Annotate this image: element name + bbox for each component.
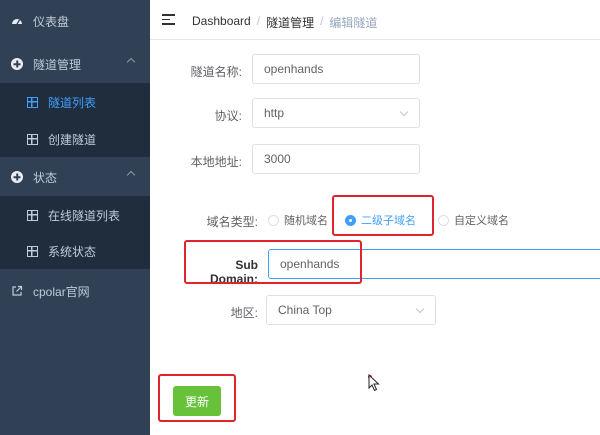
sidebar-item-online-tunnels[interactable]: 在线隧道列表: [0, 196, 150, 234]
sidebar-item-label: cpolar官网: [33, 284, 90, 299]
chevron-down-icon: [415, 304, 425, 314]
mouse-cursor-icon: [368, 374, 380, 392]
grid-icon: [26, 96, 38, 108]
region-value: China Top: [278, 303, 332, 317]
breadcrumb-home[interactable]: Dashboard: [192, 14, 251, 31]
external-link-icon: [11, 285, 23, 297]
sidebar-item-label: 在线隧道列表: [48, 208, 121, 223]
sidebar-item-label: 隧道列表: [48, 95, 97, 110]
protocol-select[interactable]: http: [252, 98, 420, 128]
tunnel-name-value: openhands: [264, 62, 324, 76]
protocol-value: http: [264, 106, 285, 120]
breadcrumb-current: 编辑隧道: [329, 16, 378, 30]
radio-custom-domain[interactable]: 自定义域名: [438, 212, 509, 228]
sidebar-item-label: 隧道管理: [33, 57, 82, 72]
breadcrumb-separator: /: [320, 14, 324, 28]
sidebar-item-system-status[interactable]: 系统状态: [0, 233, 150, 269]
radio-label: 随机域名: [284, 215, 328, 227]
sidebar: 仪表盘 隧道管理 隧道列表 创建隧道 状态 在线隧道列表 系统状态 cpolar…: [0, 0, 150, 435]
plus-circle-icon: [11, 58, 23, 70]
sidebar-item-tunnel-management[interactable]: 隧道管理: [0, 45, 150, 83]
local-address-input[interactable]: 3000: [252, 144, 420, 174]
region-select[interactable]: China Top: [266, 295, 436, 325]
sidebar-item-cpolar-website[interactable]: cpolar官网: [0, 272, 150, 310]
chevron-down-icon: [399, 107, 409, 117]
sidebar-item-label: 系统状态: [48, 244, 97, 259]
breadcrumb: Dashboard / 隧道管理 / 编辑隧道: [192, 14, 377, 31]
plus-circle-icon: [11, 171, 23, 183]
grid-icon: [26, 133, 38, 145]
radio-label: 二级子域名: [361, 215, 416, 227]
subdomain-label: Sub Domain:: [210, 258, 258, 286]
region-label: 地区:: [230, 306, 258, 320]
chevron-up-icon: [126, 57, 136, 67]
breadcrumb-separator: /: [256, 14, 261, 28]
radio-circle: [345, 214, 356, 226]
tunnel-name-input[interactable]: openhands: [252, 54, 420, 84]
subdomain-input[interactable]: openhands: [268, 249, 600, 279]
radio-label: 自定义域名: [454, 215, 509, 227]
grid-icon: [26, 209, 38, 221]
radio-subdomain[interactable]: 二级子域名: [345, 212, 416, 228]
subdomain-value: openhands: [280, 257, 340, 271]
sidebar-item-label: 仪表盘: [33, 14, 70, 29]
radio-circle: [268, 214, 279, 226]
breadcrumb-parent[interactable]: 隧道管理: [266, 14, 314, 31]
grid-icon: [26, 245, 38, 257]
sidebar-item-label: 状态: [33, 170, 58, 185]
sidebar-item-label: 创建隧道: [48, 132, 97, 147]
dashboard-icon: [11, 15, 23, 27]
chevron-up-icon: [126, 170, 136, 180]
sidebar-item-create-tunnel[interactable]: 创建隧道: [0, 121, 150, 157]
sidebar-item-status[interactable]: 状态: [0, 158, 150, 196]
protocol-label: 协议:: [214, 109, 242, 123]
domain-type-label: 域名类型:: [206, 215, 258, 229]
menu-toggle-icon[interactable]: [162, 14, 175, 25]
sidebar-item-tunnel-list[interactable]: 隧道列表: [0, 83, 150, 121]
top-bar: Dashboard / 隧道管理 / 编辑隧道: [150, 0, 600, 40]
radio-random-domain[interactable]: 随机域名: [268, 212, 328, 228]
local-address-label: 本地地址:: [190, 155, 242, 169]
sidebar-item-dashboard[interactable]: 仪表盘: [0, 2, 150, 40]
local-address-value: 3000: [264, 152, 291, 166]
radio-circle: [438, 214, 449, 226]
update-button[interactable]: 更新: [173, 386, 221, 416]
tunnel-name-label: 隧道名称:: [190, 65, 242, 79]
